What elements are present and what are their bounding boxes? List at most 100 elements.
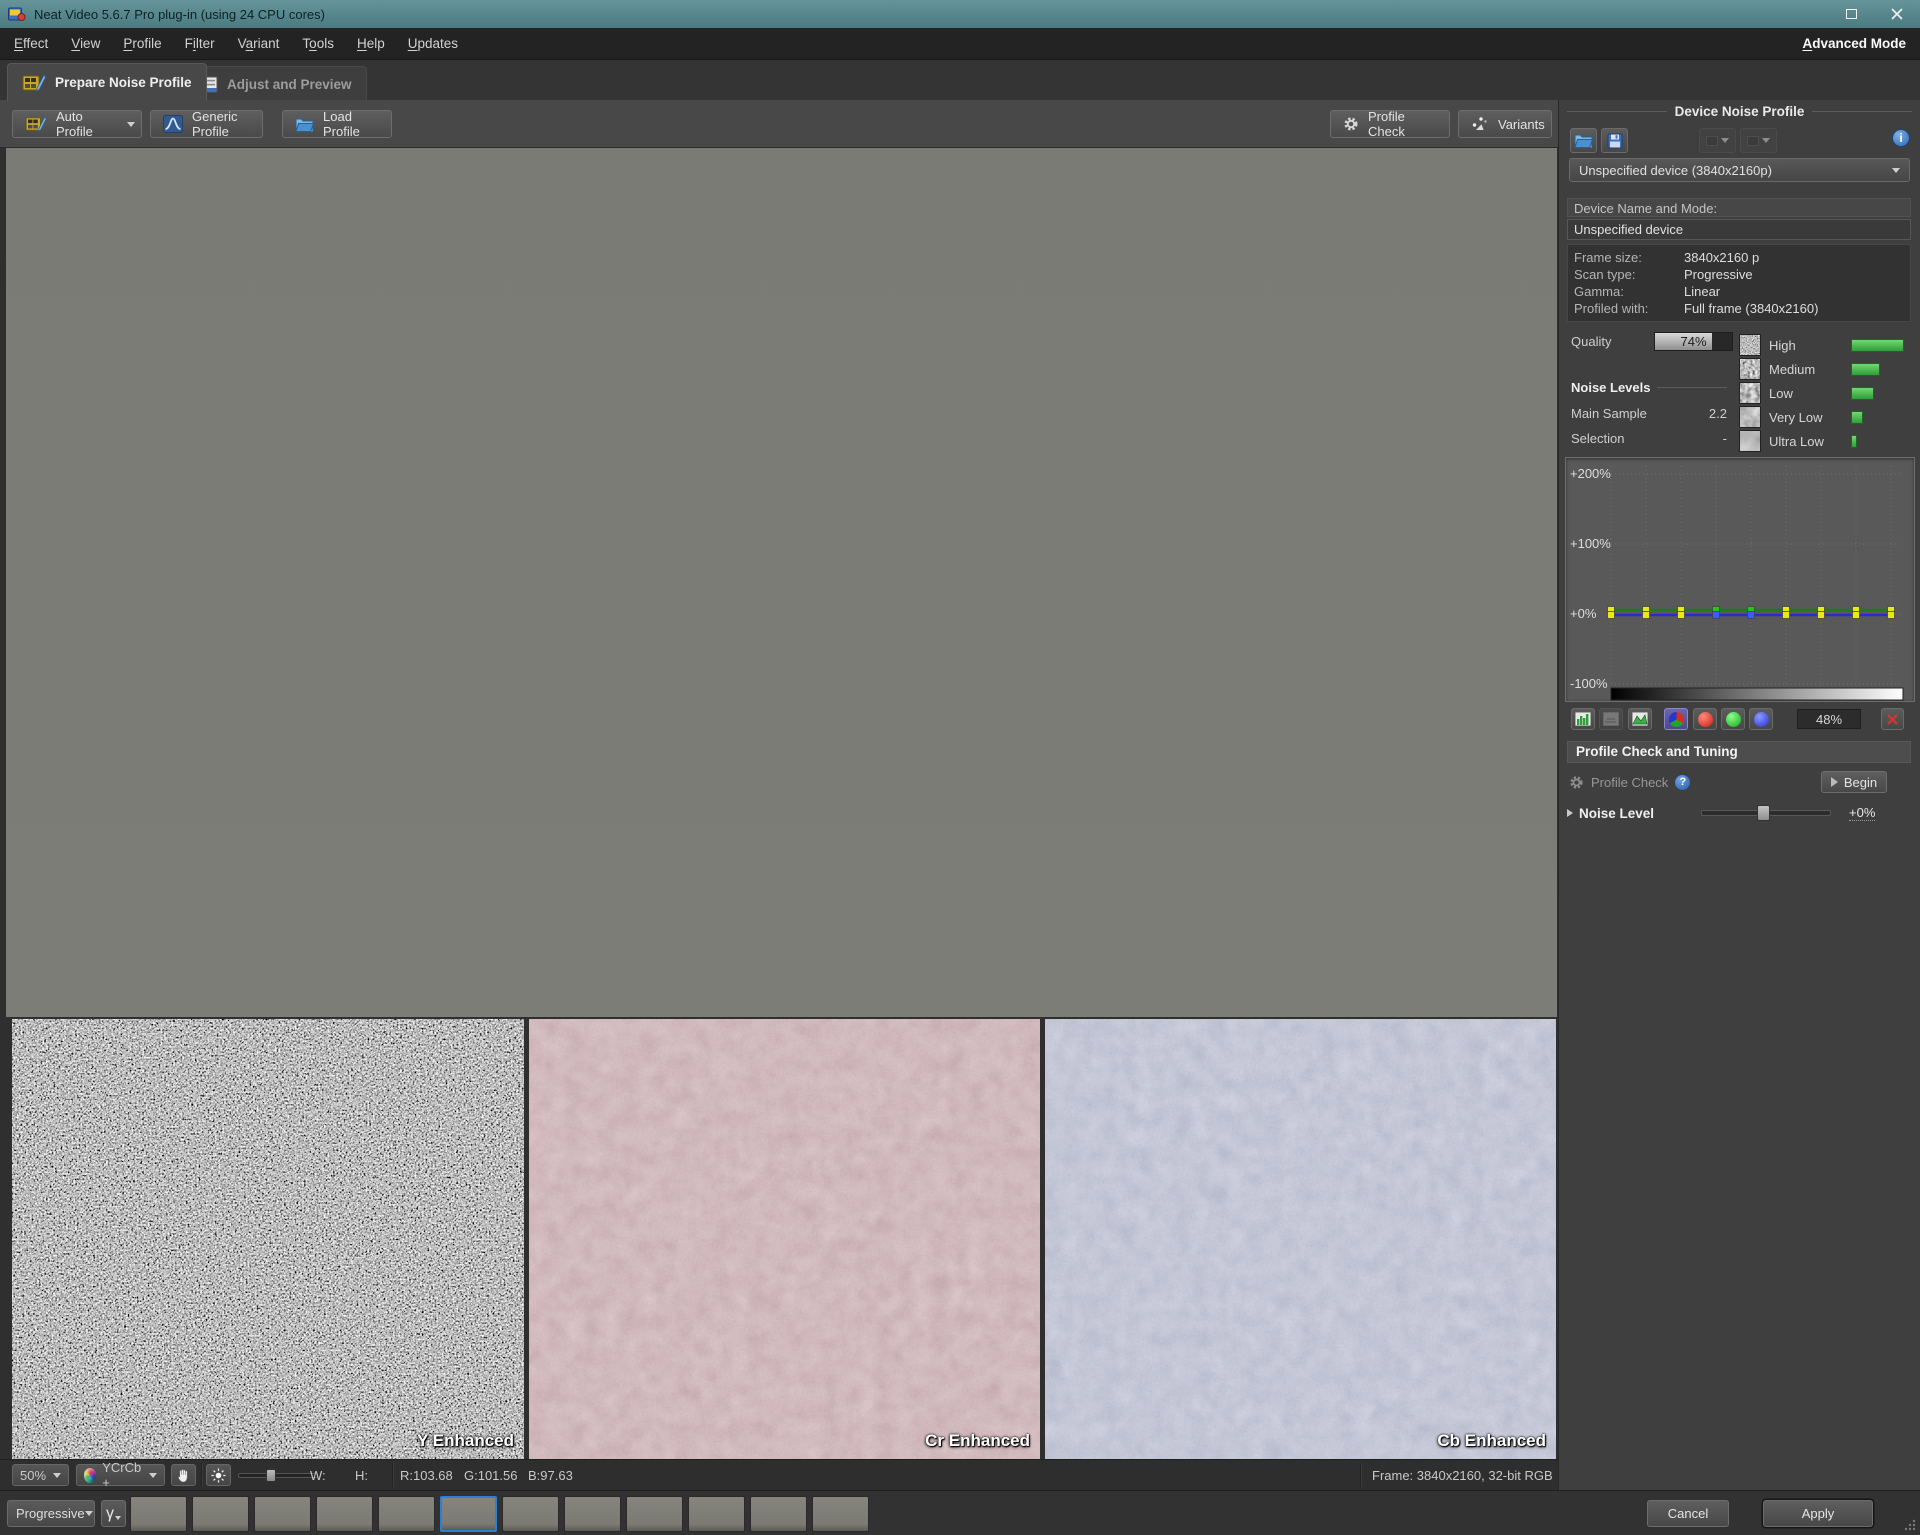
frame-thumbnail-8[interactable] (564, 1496, 621, 1532)
gamma-button[interactable]: γ (101, 1500, 126, 1527)
noise-profile-equalizer-graph[interactable]: +200%+100%+0%-100% (1565, 457, 1915, 702)
main-sample-value: 2.2 (1709, 406, 1727, 421)
graph-marker[interactable] (1748, 612, 1755, 619)
noise-levels-header: Noise Levels (1571, 380, 1727, 395)
cancel-button[interactable]: Cancel (1647, 1500, 1729, 1527)
profile-check-button[interactable]: Profile Check (1330, 110, 1450, 138)
area-view-button[interactable] (1628, 708, 1652, 730)
quality-value: 74% (1655, 334, 1732, 349)
channel-mode-dropdown[interactable]: YCrCb + (76, 1464, 165, 1486)
button-label: Load Profile (323, 109, 379, 139)
apply-button[interactable]: Apply (1763, 1500, 1873, 1527)
device-detail-row: Scan type:Progressive (1574, 266, 1904, 283)
prev-profile-dropdown-disabled (1699, 128, 1736, 153)
open-profile-button[interactable] (1570, 128, 1597, 153)
graph-marker[interactable] (1853, 612, 1860, 619)
status-bar: 50% YCrCb + W: H: R:103.68 G (0, 1459, 1558, 1490)
expander-icon[interactable] (1567, 809, 1573, 817)
chevron-down-icon (53, 1473, 61, 1478)
variants-button[interactable]: Variants (1458, 110, 1552, 138)
slider-track (238, 1473, 318, 1478)
preview-panel-cr-enhanced[interactable]: Cr Enhanced (529, 1019, 1040, 1459)
tab-prepare-noise-profile[interactable]: Prepare Noise Profile (7, 63, 207, 101)
info-icon[interactable]: i (1892, 129, 1910, 147)
graph-marker[interactable] (1888, 612, 1895, 619)
rgb-channels-button[interactable] (1664, 708, 1688, 730)
device-name-input[interactable]: Unspecified device (1567, 219, 1911, 240)
reset-profile-button[interactable] (1881, 708, 1904, 730)
chevron-down-icon[interactable] (127, 122, 135, 127)
frame-thumbnail-11[interactable] (750, 1496, 807, 1532)
graph-marker[interactable] (1678, 612, 1685, 619)
frame-preview[interactable] (6, 148, 1557, 1017)
frame-thumbnail-9[interactable] (626, 1496, 683, 1532)
menu-variant[interactable]: Variant (238, 36, 280, 51)
zoom-level-dropdown[interactable]: 50% (12, 1464, 69, 1486)
graph-marker[interactable] (1818, 612, 1825, 619)
save-profile-button[interactable] (1601, 128, 1628, 153)
advanced-mode-label[interactable]: Advanced Mode (1802, 36, 1906, 51)
frame-thumbnail-12[interactable] (812, 1496, 869, 1532)
histogram-view-button[interactable] (1571, 708, 1595, 730)
graph-marker[interactable] (1713, 612, 1720, 619)
frame-thumbnail-5[interactable] (378, 1496, 435, 1532)
begin-label: Begin (1844, 775, 1877, 790)
load-profile-button[interactable]: Load Profile (282, 110, 392, 138)
noise-freq-label: Low (1769, 386, 1793, 401)
menu-help[interactable]: Help (357, 36, 385, 51)
graph-marker[interactable] (1643, 612, 1650, 619)
close-button[interactable] (1874, 0, 1920, 28)
frame-thumbnail-3[interactable] (254, 1496, 311, 1532)
frame-thumbnail-2[interactable] (192, 1496, 249, 1532)
graph-marker[interactable] (1608, 612, 1615, 619)
menu-effect[interactable]: Effect (14, 36, 48, 51)
red-x-icon (1886, 713, 1899, 726)
panel-title-text: Device Noise Profile (1675, 104, 1805, 119)
open-folder-icon (1574, 133, 1593, 148)
graph-marker[interactable] (1783, 612, 1790, 619)
tab-label: Prepare Noise Profile (55, 75, 192, 90)
slider-thumb[interactable] (1757, 805, 1770, 821)
begin-button[interactable]: Begin (1821, 771, 1887, 793)
device-profile-value: Unspecified device (3840x2160p) (1579, 163, 1772, 178)
color-sphere-icon (84, 1468, 96, 1483)
noise-freq-row-high: High (1739, 333, 1914, 357)
preview-panel-y-enhanced[interactable]: Y Enhanced (12, 1019, 524, 1459)
brightness-button[interactable] (206, 1464, 231, 1486)
device-profile-dropdown[interactable]: Unspecified device (3840x2160p) (1569, 158, 1910, 182)
preview-panel-cb-enhanced[interactable]: Cb Enhanced (1045, 1019, 1556, 1459)
scan-type-dropdown[interactable]: Progressive (7, 1500, 95, 1527)
tab-adjust-and-preview[interactable]: Adjust and Preview (181, 66, 367, 101)
pan-tool-button[interactable] (171, 1464, 196, 1486)
menu-filter[interactable]: Filter (185, 36, 215, 51)
panel-label: Cb Enhanced (1437, 1431, 1546, 1451)
slider-thumb[interactable] (266, 1469, 276, 1482)
device-detail-row: Profiled with:Full frame (3840x2160) (1574, 300, 1904, 317)
menu-tools[interactable]: Tools (302, 36, 334, 51)
resize-grip[interactable] (1903, 1518, 1917, 1532)
frame-thumbnail-strip (130, 1496, 869, 1532)
gradient-strip (1611, 688, 1903, 700)
frame-thumbnail-10[interactable] (688, 1496, 745, 1532)
red-channel-button[interactable] (1693, 708, 1717, 730)
maximize-button[interactable] (1828, 0, 1874, 28)
auto-profile-button[interactable]: Auto Profile (12, 110, 142, 138)
green-channel-button[interactable] (1721, 708, 1745, 730)
frame-thumbnail-4[interactable] (316, 1496, 373, 1532)
film-pencil-icon (25, 116, 47, 132)
frame-thumbnail-1[interactable] (130, 1496, 187, 1532)
blue-channel-button[interactable] (1749, 708, 1773, 730)
menu-profile[interactable]: Profile (123, 36, 161, 51)
menu-updates[interactable]: Updates (408, 36, 458, 51)
frame-thumbnail-7[interactable] (502, 1496, 559, 1532)
separator (201, 1463, 203, 1487)
brightness-slider[interactable] (238, 1469, 318, 1481)
noise-level-slider[interactable] (1701, 806, 1831, 820)
menu-view[interactable]: View (71, 36, 100, 51)
frame-thumbnail-6[interactable] (440, 1496, 497, 1532)
graph-y-tick: +100% (1570, 536, 1611, 551)
detail-label: Profiled with: (1574, 300, 1684, 317)
noise-freq-thumbnail (1739, 358, 1761, 380)
generic-profile-button[interactable]: Generic Profile (150, 110, 263, 138)
help-icon[interactable]: ? (1675, 775, 1690, 790)
